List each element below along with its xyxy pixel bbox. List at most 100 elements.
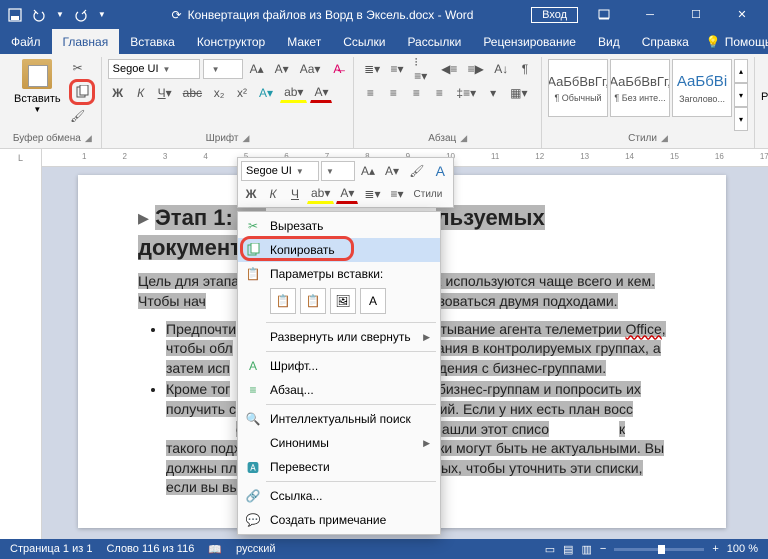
minimize-button[interactable]: ─	[630, 0, 670, 29]
shrink-font-button[interactable]: A▾	[271, 59, 293, 79]
tab-help[interactable]: Справка	[631, 29, 700, 54]
status-page[interactable]: Страница 1 из 1	[10, 543, 92, 555]
indent-button[interactable]: ≡▶	[464, 59, 488, 79]
superscript-button[interactable]: x²	[232, 83, 252, 103]
strike-button[interactable]: abc	[179, 83, 206, 103]
mini-underline[interactable]: Ч	[285, 184, 305, 204]
para-dialog-launcher[interactable]: ◢	[460, 133, 467, 144]
mini-italic[interactable]: К	[263, 184, 283, 204]
outdent-button[interactable]: ◀≡	[437, 59, 461, 79]
tab-design[interactable]: Конструктор	[186, 29, 276, 54]
paste-picture[interactable]: 🖼	[330, 288, 356, 314]
mini-numbering[interactable]: ≡▾	[386, 184, 407, 204]
close-button[interactable]: ✕	[722, 0, 762, 29]
zoom-slider[interactable]	[614, 548, 704, 551]
ctx-smart-lookup[interactable]: 🔍Интеллектуальный поиск	[238, 407, 440, 431]
mini-shrink-font[interactable]: A▾	[381, 161, 403, 181]
tab-view[interactable]: Вид	[587, 29, 631, 54]
mini-bullets[interactable]: ≣▾	[360, 184, 384, 204]
line-spacing-button[interactable]: ‡≡▾	[452, 83, 480, 103]
mini-size-combo[interactable]: ▼	[321, 161, 355, 181]
paste-merge[interactable]: 📋	[300, 288, 326, 314]
numbering-button[interactable]: ≡▾	[387, 59, 407, 79]
ctx-cut[interactable]: ✂Вырезать	[238, 214, 440, 238]
ctx-expand[interactable]: Развернуть или свернуть▶	[238, 325, 440, 349]
vertical-ruler[interactable]	[0, 167, 42, 539]
ctx-translate[interactable]: 🅰Перевести	[238, 455, 440, 479]
style-normal[interactable]: АаБбВвГг,¶ Обычный	[548, 59, 608, 117]
font-dialog-launcher[interactable]: ◢	[243, 133, 250, 144]
tab-review[interactable]: Рецензирование	[472, 29, 587, 54]
justify-button[interactable]: ≡	[429, 83, 449, 103]
status-spell-icon[interactable]: 📖	[208, 543, 222, 556]
paste-dropdown[interactable]: ▼	[33, 105, 41, 114]
ctx-new-comment[interactable]: 💬Создать примечание	[238, 508, 440, 532]
tell-me[interactable]: 💡Помощь	[700, 35, 768, 49]
ctx-font[interactable]: AШрифт...	[238, 354, 440, 378]
style-no-spacing[interactable]: АаБбВвГг,¶ Без инте...	[610, 59, 670, 117]
view-read-icon[interactable]: ▭	[545, 543, 555, 556]
cut-button[interactable]: ✂	[69, 59, 87, 77]
ctx-copy[interactable]: Копировать	[238, 238, 440, 262]
tab-file[interactable]: Файл	[0, 29, 52, 54]
signin-button[interactable]: Вход	[531, 7, 578, 23]
view-print-icon[interactable]: ▤	[563, 543, 573, 556]
align-center-button[interactable]: ≡	[383, 83, 403, 103]
font-name-combo[interactable]: Segoe UI▼	[108, 59, 200, 79]
tab-mailings[interactable]: Рассылки	[396, 29, 472, 54]
styles-scroll[interactable]: ▴▾▾	[734, 59, 748, 131]
show-marks-button[interactable]: ¶	[515, 59, 535, 79]
shading-button[interactable]: ▾	[483, 83, 503, 103]
ribbon-options-icon[interactable]	[584, 0, 624, 29]
maximize-button[interactable]: ☐	[676, 0, 716, 29]
ctx-synonyms[interactable]: Синонимы▶	[238, 431, 440, 455]
styles-dialog-launcher[interactable]: ◢	[661, 133, 668, 144]
change-case-button[interactable]: Aa▾	[296, 59, 325, 79]
redo-icon[interactable]	[74, 8, 88, 22]
mini-format-painter[interactable]: 🖌	[405, 161, 428, 181]
editing-label[interactable]: Редактирование	[761, 91, 768, 103]
view-web-icon[interactable]: ▥	[582, 543, 592, 556]
subscript-button[interactable]: x₂	[209, 83, 229, 103]
align-left-button[interactable]: ≡	[360, 83, 380, 103]
status-words[interactable]: Слово 116 из 116	[106, 543, 194, 555]
tab-home[interactable]: Главная	[52, 29, 120, 54]
ctx-paragraph[interactable]: ≡Абзац...	[238, 378, 440, 402]
bold-button[interactable]: Ж	[108, 83, 128, 103]
qat-customize[interactable]: ▼	[98, 10, 106, 19]
zoom-in[interactable]: +	[712, 543, 718, 555]
clipboard-dialog-launcher[interactable]: ◢	[85, 133, 92, 144]
font-color-button[interactable]: A▾	[310, 83, 332, 103]
tab-references[interactable]: Ссылки	[332, 29, 396, 54]
bullets-button[interactable]: ≣▾	[360, 59, 383, 79]
paste-text-only[interactable]: A	[360, 288, 386, 314]
zoom-out[interactable]: −	[600, 543, 606, 555]
clear-format-button[interactable]: A̶	[327, 59, 347, 79]
tab-layout[interactable]: Макет	[276, 29, 332, 54]
borders-button[interactable]: ▦▾	[506, 83, 531, 103]
highlight-button[interactable]: ab▾	[280, 83, 307, 103]
mini-grow-font[interactable]: A▴	[357, 161, 379, 181]
multilevel-button[interactable]: ⁝≡▾	[410, 59, 434, 79]
underline-button[interactable]: Ч▾	[154, 83, 176, 103]
ctx-link[interactable]: 🔗Ссылка...	[238, 484, 440, 508]
paste-keep-source[interactable]: 📋	[270, 288, 296, 314]
mini-highlight[interactable]: ab▾	[307, 184, 334, 204]
grow-font-button[interactable]: A▴	[246, 59, 268, 79]
mini-font-color[interactable]: A▾	[336, 184, 358, 204]
font-size-combo[interactable]: ▼	[203, 59, 243, 79]
status-language[interactable]: русский	[236, 543, 275, 555]
format-painter-button[interactable]: 🖌	[69, 107, 87, 125]
paste-button[interactable]: Вставить ▼	[10, 57, 65, 131]
mini-styles-button[interactable]: A	[430, 161, 450, 181]
mini-font-combo[interactable]: Segoe UI▼	[241, 161, 319, 181]
undo-dropdown[interactable]: ▼	[56, 10, 64, 19]
save-icon[interactable]	[8, 8, 22, 22]
undo-icon[interactable]	[32, 8, 46, 22]
align-right-button[interactable]: ≡	[406, 83, 426, 103]
italic-button[interactable]: К	[131, 83, 151, 103]
mini-bold[interactable]: Ж	[241, 184, 261, 204]
tab-insert[interactable]: Вставка	[119, 29, 186, 54]
sort-button[interactable]: A↓	[491, 59, 512, 79]
style-heading1[interactable]: АаБбВіЗаголово...	[672, 59, 732, 117]
